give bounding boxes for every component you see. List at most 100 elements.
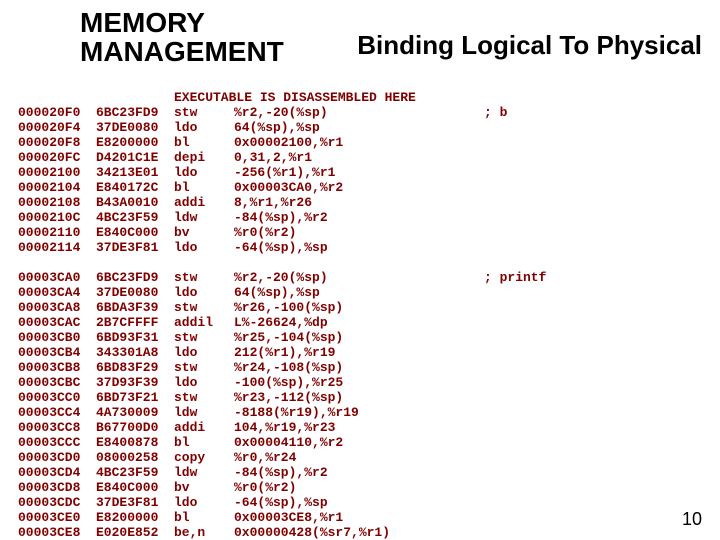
operands-col: %r2,-20(%sp) [234, 270, 484, 285]
hex-col: 37DE3F81 [96, 495, 174, 510]
mnemonic-col: bl [174, 135, 234, 150]
addr-col: 000020F8 [18, 135, 96, 150]
operands-col: -84(%sp),%r2 [234, 465, 484, 480]
hex-col: E8400878 [96, 435, 174, 450]
addr-col: 00002110 [18, 225, 96, 240]
disasm-row: 00003CD008000258copy%r0,%r24 [18, 450, 546, 465]
operands-col: -64(%sp),%sp [234, 495, 484, 510]
operands-col: %r23,-112(%sp) [234, 390, 484, 405]
disasm-row: 00003CC44A730009ldw-8188(%r19),%r19 [18, 405, 546, 420]
disassembly-listing: EXECUTABLE IS DISASSEMBLED HERE000020F06… [18, 90, 546, 540]
hex-col: E020E852 [96, 525, 174, 540]
addr-col: 00003CB8 [18, 360, 96, 375]
operands-col: 8,%r1,%r26 [234, 195, 484, 210]
addr-col: 00003CA8 [18, 300, 96, 315]
disasm-row: 00003CD44BC23F59ldw-84(%sp),%r2 [18, 465, 546, 480]
hex-col: 37DE0080 [96, 285, 174, 300]
addr-col: 00002114 [18, 240, 96, 255]
mnemonic-col: stw [174, 330, 234, 345]
mnemonic-col: stw [174, 105, 234, 120]
hex-col: 34213E01 [96, 165, 174, 180]
hex-col: 6BDA3F39 [96, 300, 174, 315]
hex-col: 37DE0080 [96, 120, 174, 135]
disasm-row: 0000211437DE3F81ldo-64(%sp),%sp [18, 240, 546, 255]
disasm-row: 00003CAC2B7CFFFFaddilL%-26624,%dp [18, 315, 546, 330]
operands-col: %r24,-108(%sp) [234, 360, 484, 375]
operands-col: 104,%r19,%r23 [234, 420, 484, 435]
addr-col: 00002104 [18, 180, 96, 195]
addr-col: 00003CCC [18, 435, 96, 450]
hex-col: E8200000 [96, 135, 174, 150]
mnemonic-col: ldo [174, 165, 234, 180]
operands-col: 0x00003CA0,%r2 [234, 180, 484, 195]
disasm-row: 0000210C4BC23F59ldw-84(%sp),%r2 [18, 210, 546, 225]
operands-col: 64(%sp),%sp [234, 120, 484, 135]
hex-col: E840C000 [96, 480, 174, 495]
mnemonic-col: addi [174, 420, 234, 435]
hex-col: E840172C [96, 180, 174, 195]
disasm-row: 00002104E840172Cbl0x00003CA0,%r2 [18, 180, 546, 195]
mnemonic-col: stw [174, 390, 234, 405]
operands-col: -100(%sp),%r25 [234, 375, 484, 390]
operands-col: -256(%r1),%r1 [234, 165, 484, 180]
operands-col: 0x00004110,%r2 [234, 435, 484, 450]
mnemonic-col: bl [174, 435, 234, 450]
operands-col: -8188(%r19),%r19 [234, 405, 484, 420]
hex-col: 37D93F39 [96, 375, 174, 390]
hex-col: 6BC23FD9 [96, 105, 174, 120]
mnemonic-col: ldo [174, 375, 234, 390]
disasm-row: 00003CC8B67700D0addi104,%r19,%r23 [18, 420, 546, 435]
title-line1: MEMORY [80, 7, 205, 38]
mnemonic-col: ldo [174, 495, 234, 510]
mnemonic-col: ldo [174, 240, 234, 255]
mnemonic-col: bl [174, 180, 234, 195]
addr-col: 00003CC4 [18, 405, 96, 420]
mnemonic-col: be,n [174, 525, 234, 540]
hex-col: 4A730009 [96, 405, 174, 420]
banner-line: EXECUTABLE IS DISASSEMBLED HERE [174, 90, 546, 105]
disasm-row: 00003CB86BD83F29stw%r24,-108(%sp) [18, 360, 546, 375]
disasm-row: 0000210034213E01ldo-256(%r1),%r1 [18, 165, 546, 180]
mnemonic-col: ldo [174, 120, 234, 135]
hex-col: B43A0010 [96, 195, 174, 210]
title-right: Binding Logical To Physical [357, 30, 702, 61]
comment-col: ; printf [484, 270, 546, 285]
hex-col: 6BD83F29 [96, 360, 174, 375]
hex-col: 343301A8 [96, 345, 174, 360]
disasm-row: 00003CB4343301A8ldo212(%r1),%r19 [18, 345, 546, 360]
mnemonic-col: depi [174, 150, 234, 165]
addr-col: 00003CDC [18, 495, 96, 510]
title-left: MEMORY MANAGEMENT [80, 8, 284, 67]
operands-col: 0,31,2,%r1 [234, 150, 484, 165]
hex-col: D4201C1E [96, 150, 174, 165]
operands-col: %r0,%r24 [234, 450, 484, 465]
mnemonic-col: stw [174, 360, 234, 375]
addr-col: 00003CBC [18, 375, 96, 390]
mnemonic-col: ldw [174, 405, 234, 420]
mnemonic-col: bv [174, 480, 234, 495]
disasm-row: 000020F8E8200000bl0x00002100,%r1 [18, 135, 546, 150]
operands-col: -64(%sp),%sp [234, 240, 484, 255]
title-line2: MANAGEMENT [80, 36, 284, 67]
addr-col: 00002100 [18, 165, 96, 180]
disasm-row: 00003CE0E8200000bl0x00003CE8,%r1 [18, 510, 546, 525]
mnemonic-col: addi [174, 195, 234, 210]
mnemonic-col: bl [174, 510, 234, 525]
addr-col: 000020F4 [18, 120, 96, 135]
mnemonic-col: ldw [174, 210, 234, 225]
mnemonic-col: ldo [174, 345, 234, 360]
operands-col: -84(%sp),%r2 [234, 210, 484, 225]
disasm-row: 000020FCD4201C1Edepi0,31,2,%r1 [18, 150, 546, 165]
mnemonic-col: ldw [174, 465, 234, 480]
hex-col: 4BC23F59 [96, 210, 174, 225]
operands-col: 0x00003CE8,%r1 [234, 510, 484, 525]
hex-col: E8200000 [96, 510, 174, 525]
addr-col: 00003CD4 [18, 465, 96, 480]
operands-col: %r2,-20(%sp) [234, 105, 484, 120]
addr-col: 00003CC0 [18, 390, 96, 405]
operands-col: %r0(%r2) [234, 225, 484, 240]
addr-col: 00003CA4 [18, 285, 96, 300]
operands-col: 0x00002100,%r1 [234, 135, 484, 150]
operands-col: 0x00000428(%sr7,%r1) [234, 525, 484, 540]
addr-col: 00003CB4 [18, 345, 96, 360]
